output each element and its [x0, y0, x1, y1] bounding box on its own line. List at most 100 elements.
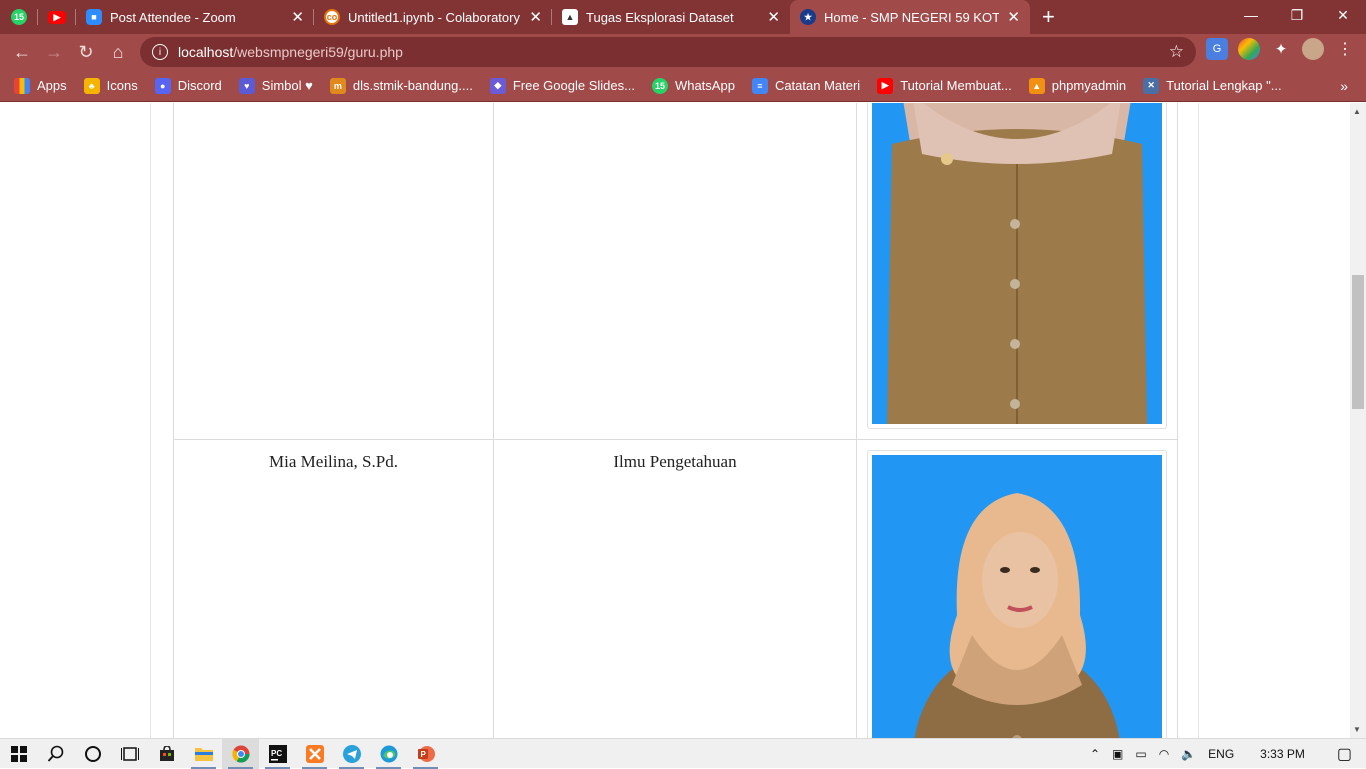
system-tray: ⌃ ▣ ▭ ◠ 🔈 ENG 3:33 PM ▢ — [1084, 739, 1366, 769]
language-indicator[interactable]: ENG — [1208, 747, 1234, 761]
teacher-name-cell: Mia Meilina, S.Pd. — [173, 439, 494, 738]
new-tab-button[interactable]: + — [1042, 0, 1055, 34]
bookmark-catatan[interactable]: ≡ Catatan Materi — [751, 77, 860, 94]
address-path: /websmpnegeri59/guru.php — [233, 44, 403, 60]
whatsapp-icon: 15 — [11, 9, 27, 25]
photo-frame — [867, 450, 1167, 738]
edge-icon[interactable] — [370, 739, 407, 769]
task-view-icon[interactable] — [111, 739, 148, 769]
network-device-icon[interactable]: ▣ — [1112, 747, 1123, 761]
teacher-photo-1-image — [872, 103, 1162, 424]
bookmark-star-icon[interactable]: ☆ — [1169, 42, 1184, 62]
page-container: Mia Meilina, S.Pd. Ilmu Pengetahuan — [150, 103, 1199, 738]
colab-icon: co — [324, 9, 340, 25]
tab-classroom[interactable]: ▲ Tugas Eksplorasi Dataset ✕ — [552, 0, 790, 34]
google-translate-icon[interactable]: G — [1206, 38, 1228, 60]
extensions-puzzle-icon[interactable]: ✦ — [1270, 38, 1292, 60]
page-scrollbar[interactable]: ▲ ▼ — [1350, 103, 1366, 738]
bookmark-dls[interactable]: m dls.stmik-bandung.... — [329, 77, 473, 94]
window-close-icon[interactable]: ✕ — [1320, 0, 1366, 30]
notifications-icon[interactable]: ▢ — [1337, 744, 1352, 764]
tab-school-home[interactable]: ★ Home - SMP NEGERI 59 KOTA BA ✕ — [790, 0, 1030, 34]
search-icon[interactable] — [37, 739, 74, 769]
chrome-icon[interactable] — [222, 738, 259, 769]
tab-whatsapp[interactable]: 15 — [0, 0, 38, 34]
address-bar[interactable]: i localhost/websmpnegeri59/guru.php ☆ — [140, 37, 1196, 67]
teacher-table: Mia Meilina, S.Pd. Ilmu Pengetahuan — [173, 103, 1178, 738]
x-icon: ✕ — [1143, 77, 1160, 94]
phpmyadmin-icon: ▲ — [1028, 77, 1045, 94]
volume-icon[interactable]: 🔈 — [1181, 747, 1196, 761]
clock[interactable]: 3:33 PM — [1260, 747, 1305, 761]
wifi-icon[interactable]: ◠ — [1159, 747, 1169, 761]
close-icon[interactable]: ✕ — [767, 10, 780, 25]
bookmark-tutorial-lengkap[interactable]: ✕ Tutorial Lengkap "... — [1143, 77, 1282, 94]
bookmark-whatsapp[interactable]: 15 WhatsApp — [651, 77, 735, 94]
home-icon[interactable]: ⌂ — [102, 36, 134, 68]
teacher-photo-cell — [856, 439, 1178, 738]
icons-icon: ♣ — [83, 77, 100, 94]
scroll-up-icon[interactable]: ▲ — [1353, 107, 1361, 116]
xampp-icon[interactable] — [296, 739, 333, 769]
back-icon[interactable]: ← — [6, 36, 38, 68]
chevron-right-icon[interactable]: » — [1340, 78, 1348, 94]
youtube-icon: ▶ — [877, 77, 894, 94]
forward-icon[interactable]: → — [38, 36, 70, 68]
close-icon[interactable]: ✕ — [291, 10, 304, 25]
powerpoint-icon[interactable]: P — [407, 739, 444, 769]
teacher-subject-cell — [493, 103, 857, 440]
chevron-up-icon[interactable]: ⌃ — [1090, 747, 1100, 761]
teacher-name-cell — [173, 103, 494, 440]
site-info-icon[interactable]: i — [152, 44, 168, 60]
youtube-icon: ▶ — [48, 10, 66, 24]
docs-icon: ≡ — [751, 77, 768, 94]
battery-icon[interactable]: ▭ — [1135, 747, 1146, 761]
menu-kebab-icon[interactable]: ⋮ — [1334, 38, 1356, 60]
tab-zoom[interactable]: ■ Post Attendee - Zoom ✕ — [76, 0, 314, 34]
reload-icon[interactable]: ↻ — [70, 36, 102, 68]
zoom-icon: ■ — [86, 9, 102, 25]
photo-frame — [867, 103, 1167, 429]
store-icon[interactable] — [148, 739, 185, 769]
teacher-photo-cell — [856, 103, 1178, 440]
close-icon[interactable]: ✕ — [1007, 10, 1020, 25]
minimize-icon[interactable]: — — [1228, 0, 1274, 30]
tab-colab[interactable]: co Untitled1.ipynb - Colaboratory ✕ — [314, 0, 552, 34]
tab-title: Tugas Eksplorasi Dataset — [586, 9, 734, 25]
avatar[interactable] — [1302, 38, 1324, 60]
whatsapp-icon: 15 — [651, 77, 668, 94]
telegram-icon[interactable] — [333, 739, 370, 769]
bookmark-slides[interactable]: ◆ Free Google Slides... — [489, 77, 635, 94]
svg-text:PC: PC — [271, 749, 282, 758]
tab-title: Untitled1.ipynb - Colaboratory — [348, 9, 520, 25]
color-picker-icon[interactable] — [1238, 38, 1260, 60]
scroll-down-icon[interactable]: ▼ — [1353, 725, 1361, 734]
pycharm-icon[interactable]: PC — [259, 739, 296, 769]
bookmark-phpmyadmin[interactable]: ▲ phpmyadmin — [1028, 77, 1126, 94]
bookmark-icons[interactable]: ♣ Icons — [83, 77, 138, 94]
apps-grid-icon — [14, 77, 30, 94]
bookmarks-bar: Apps ♣ Icons ● Discord ♥ Simbol ♥ m dls.stmi… — [0, 70, 1366, 102]
tab-title: Post Attendee - Zoom — [110, 9, 236, 25]
bookmark-apps[interactable]: Apps — [14, 77, 67, 94]
file-explorer-icon[interactable] — [185, 739, 222, 769]
windows-start-icon[interactable] — [0, 739, 37, 769]
close-icon[interactable]: ✕ — [529, 10, 542, 25]
svg-text:P: P — [420, 750, 426, 759]
extensions-area: G ✦ ⋮ — [1206, 38, 1356, 60]
slides-icon: ◆ — [489, 77, 506, 94]
cortana-icon[interactable] — [74, 739, 111, 769]
tab-youtube[interactable]: ▶ — [38, 0, 76, 34]
address-host: localhost — [178, 44, 234, 60]
bookmark-simbol[interactable]: ♥ Simbol ♥ — [238, 77, 313, 94]
page-viewport: Mia Meilina, S.Pd. Ilmu Pengetahuan — [0, 103, 1350, 738]
browser-toolbar: ← → ↻ ⌂ i localhost/websmpnegeri59/guru.… — [0, 34, 1366, 70]
school-logo-icon: ★ — [800, 9, 816, 25]
teacher-photo-1 — [872, 103, 1162, 424]
teacher-photo-2-image — [872, 455, 1162, 738]
bookmark-discord[interactable]: ● Discord — [154, 77, 222, 94]
restore-icon[interactable]: ❐ — [1274, 0, 1320, 30]
bookmark-tutorial[interactable]: ▶ Tutorial Membuat... — [877, 77, 1012, 94]
scrollbar-thumb[interactable] — [1352, 275, 1364, 409]
discord-icon: ● — [154, 77, 171, 94]
